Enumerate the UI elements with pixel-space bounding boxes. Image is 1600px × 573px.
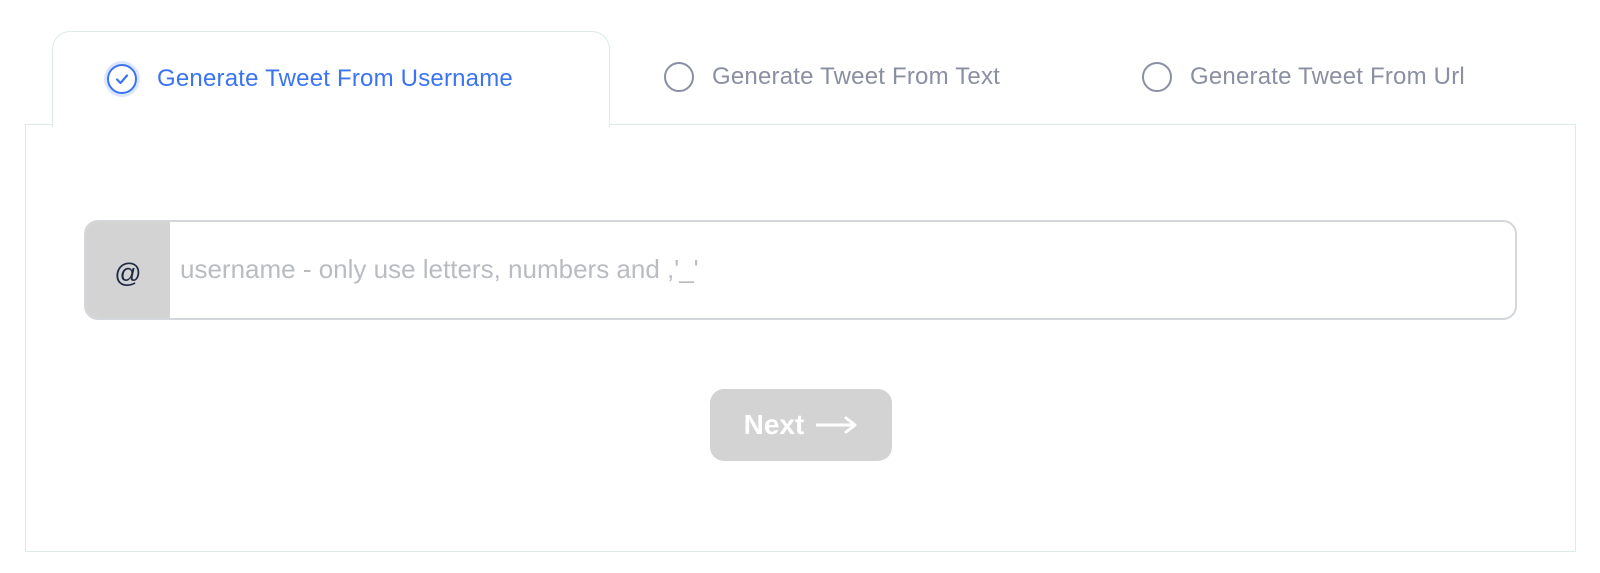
next-button-label: Next [743, 409, 805, 440]
username-input[interactable] [170, 222, 1515, 318]
tab-text[interactable]: Generate Tweet From Text [664, 56, 1000, 98]
tab-text-label: Generate Tweet From Text [712, 63, 1001, 90]
tab-username-label: Generate Tweet From Username [157, 64, 513, 92]
check-circle-icon [107, 63, 137, 94]
next-button[interactable]: Next [710, 389, 892, 461]
tab-url[interactable]: Generate Tweet From Url [1142, 56, 1465, 98]
tweet-generator: Generate Tweet From Username Generate Tw… [0, 0, 1600, 573]
username-input-group: @ [84, 220, 1517, 320]
tab-username[interactable]: Generate Tweet From Username [52, 31, 610, 127]
at-prefix: @ [86, 222, 170, 318]
tab-url-label: Generate Tweet From Url [1190, 63, 1465, 90]
radio-empty-icon [664, 62, 694, 92]
radio-empty-icon [1142, 62, 1172, 92]
arrow-right-icon [816, 415, 858, 435]
form-panel [25, 124, 1576, 552]
